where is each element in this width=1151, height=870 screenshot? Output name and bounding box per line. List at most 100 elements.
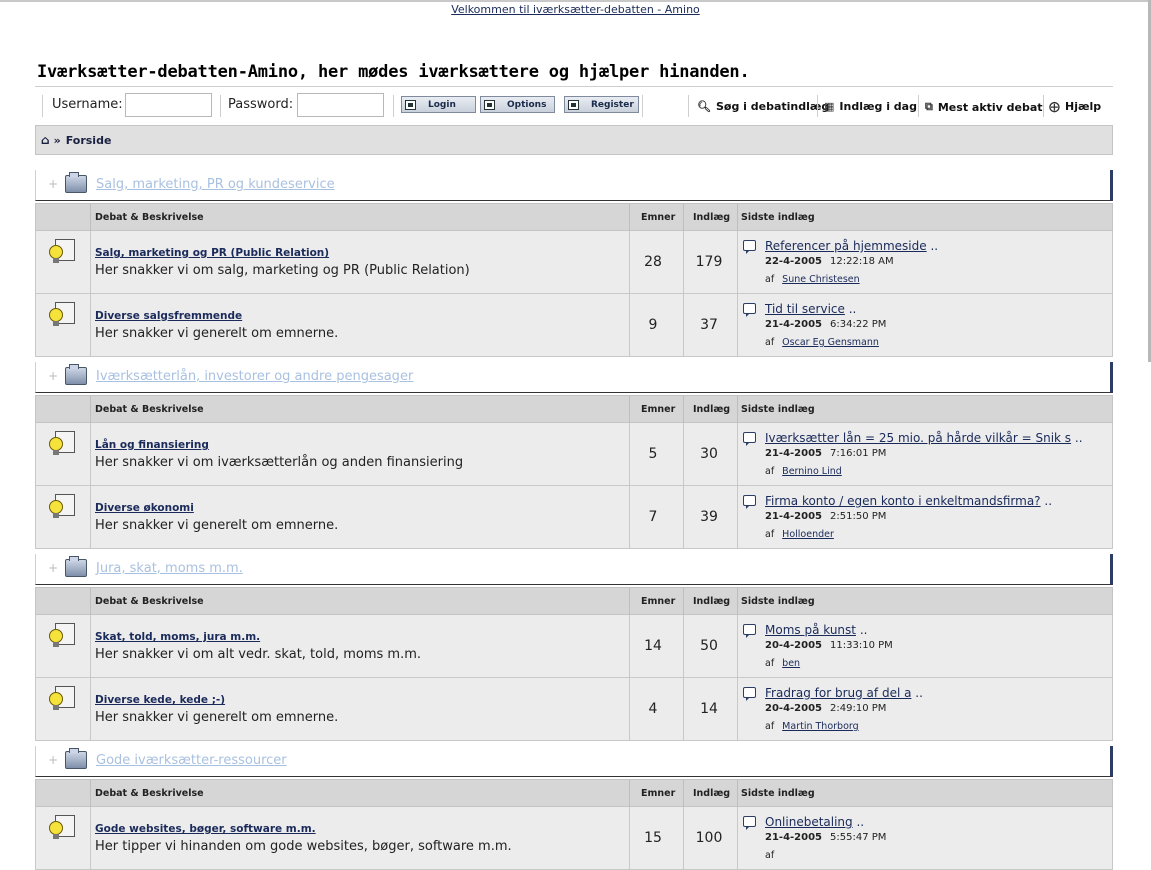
folder-icon [65,748,87,769]
last-post: Referencer på hjemmeside .. [765,239,938,253]
toolbar-divider [42,95,43,117]
options-button[interactable]: Options [480,96,555,113]
forum-name[interactable]: Lån og finansiering [95,439,209,451]
last-post: Moms på kunst .. [765,623,867,637]
last-post-title[interactable]: Referencer på hjemmeside [765,239,927,253]
by-label: af [765,337,775,348]
expand-icon[interactable]: + [48,753,58,767]
column-divider [90,486,91,548]
column-divider [683,294,684,356]
toolbar: Username: Password: Login Options Regist… [35,91,1113,121]
category-title[interactable]: Salg, marketing, PR og kundeservice [96,177,335,192]
most-active-link[interactable]: ⧉ Mest aktiv debat [925,100,1043,114]
username-input[interactable] [125,93,212,117]
welcome-link[interactable]: Velkommen til iværksætter-debatten - Ami… [451,3,700,16]
last-post-icon[interactable] [743,687,756,701]
author-link[interactable]: Martin Thorborg [782,721,858,732]
post-count: 100 [695,830,723,846]
last-post: Tid til service .. [765,302,856,316]
expand-icon[interactable]: + [48,561,58,575]
column-header: Debat & Beskrivelse Emner Indlæg Sidste ind… [35,587,1113,615]
column-divider [629,615,630,677]
last-post-icon[interactable] [743,303,756,317]
last-post-time: 2:49:10 PM [830,703,887,714]
last-post-date: 21-4-2005 [765,319,823,330]
top-border [0,0,1151,2]
login-icon [405,99,416,110]
last-post-time: 5:55:47 PM [830,832,887,843]
help-label: Hjælp [1065,100,1102,113]
welcome-bar: Velkommen til iværksætter-debatten - Ami… [0,3,1151,16]
last-post-date: 22-4-2005 [765,256,823,267]
col-topics: Emner [641,404,676,415]
forum-description: Her snakker vi om salg, marketing og PR … [95,263,470,278]
author-link[interactable]: ben [782,658,800,669]
help-link[interactable]: ⨁ Hjælp [1049,100,1101,113]
last-post-icon[interactable] [743,624,756,638]
last-post-icon[interactable] [743,816,756,830]
toolbar-divider [918,95,919,117]
column-divider [90,231,91,293]
column-divider [683,486,684,548]
breadcrumb: ⌂ » Forside [35,125,1113,155]
last-post-title[interactable]: Moms på kunst [765,623,856,637]
by-label: af [765,274,775,285]
category-title[interactable]: Gode iværksætter-ressourcer [96,753,287,768]
title-divider [35,86,1113,87]
column-divider [737,231,738,293]
register-button[interactable]: Register [564,96,639,113]
forum-name[interactable]: Diverse salgsfremmende [95,310,242,322]
last-post-time: 6:34:22 PM [830,319,887,330]
col-last-post: Sidste indlæg [741,404,815,415]
forum-name[interactable]: Gode websites, bøger, software m.m. [95,823,316,835]
forum-name[interactable]: Diverse kede, kede ;-) [95,694,225,706]
breadcrumb-current[interactable]: Forside [66,134,112,147]
column-divider [737,780,738,807]
new-posts-icon [47,815,77,841]
last-post-icon[interactable] [743,432,756,446]
forum-name[interactable]: Skat, told, moms, jura m.m. [95,631,260,643]
expand-icon[interactable]: + [48,369,58,383]
register-button-label: Register [591,99,634,110]
login-button[interactable]: Login [401,96,476,113]
todays-posts-link[interactable]: ▦ Indlæg i dag [824,100,917,113]
author-link[interactable]: Sune Christesen [782,274,859,285]
last-post-suffix: .. [848,302,857,316]
author-link[interactable]: Oscar Eg Gensmann [782,337,879,348]
col-last-post: Sidste indlæg [741,596,815,607]
last-post-title[interactable]: Tid til service [765,302,845,316]
expand-icon[interactable]: + [48,177,58,191]
last-post-suffix: .. [1044,494,1053,508]
topic-count: 15 [644,830,662,846]
forum-name[interactable]: Diverse økonomi [95,502,194,514]
by-label: af [765,466,775,477]
password-label: Password: [228,97,294,112]
author-link[interactable]: Holloender [782,529,834,540]
last-post: Fradrag for brug af del a .. [765,686,923,700]
topic-count: 28 [644,254,662,270]
forum-description: Her snakker vi om alt vedr. skat, told, … [95,647,422,662]
last-post-datetime: 20-4-2005 2:49:10 PM [765,703,886,714]
forum-row: Diverse kede, kede ;-) Her snakker vi gen… [35,678,1113,741]
search-posts-link[interactable]: 🔍︎ Søg i debatindlæg [697,100,829,113]
password-input[interactable] [297,93,384,117]
threads-icon: ⧉ [925,100,933,113]
forum-row: Diverse økonomi Her snakker vi generelt o… [35,486,1113,549]
last-post-icon[interactable] [743,240,756,254]
category-title[interactable]: Iværksætterlån, investorer og andre peng… [96,369,413,384]
last-post-title[interactable]: Fradrag for brug af del a [765,686,911,700]
column-divider [683,231,684,293]
column-divider [737,204,738,231]
forum-name[interactable]: Salg, marketing og PR (Public Relation) [95,247,329,259]
folder-icon [65,172,87,193]
column-divider [629,204,630,231]
last-post-icon[interactable] [743,495,756,509]
last-post-title[interactable]: Firma konto / egen konto i enkeltmandsfi… [765,494,1041,508]
last-post-suffix: .. [915,686,923,700]
author-link[interactable]: Bernino Lind [782,466,842,477]
home-icon[interactable]: ⌂ [41,133,50,147]
last-post-title[interactable]: Iværksætter lån = 25 mio. på hårde vilkå… [765,431,1071,445]
column-divider [683,807,684,869]
last-post-title[interactable]: Onlinebetaling [765,815,853,829]
category-title[interactable]: Jura, skat, moms m.m. [96,561,243,576]
